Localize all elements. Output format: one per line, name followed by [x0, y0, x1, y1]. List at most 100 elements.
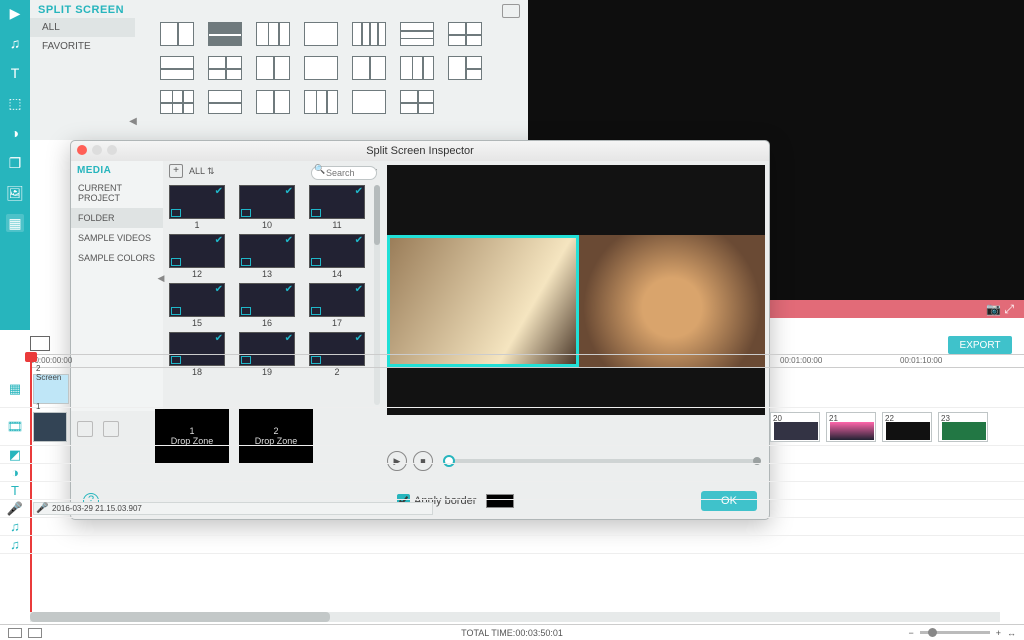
split-template[interactable] — [400, 90, 434, 114]
media-thumb[interactable]: ✔11 — [309, 185, 365, 230]
media-thumb[interactable]: ✔16 — [239, 283, 295, 328]
track-video-icon[interactable]: 🎞 — [0, 408, 30, 445]
split-template[interactable] — [208, 90, 242, 114]
track-voice-icon[interactable]: 🎤 — [0, 500, 30, 517]
timeline-h-scrollbar[interactable] — [30, 612, 1000, 622]
tab-element-icon[interactable]: 🖼 — [6, 184, 24, 202]
media-cat-current[interactable]: CURRENT PROJECT — [71, 178, 163, 208]
timeline-ruler[interactable]: 00:00:00:00 00:01:00:00 00:01:10:00 — [30, 354, 1024, 368]
video-clip[interactable]: 1 — [33, 412, 67, 442]
split-clip-label: 2 Screen — [36, 364, 68, 382]
zoom-in-icon[interactable]: + — [996, 628, 1001, 638]
grid-view-icon[interactable] — [502, 4, 520, 18]
split-cat-favorite[interactable]: FAVORITE — [30, 37, 135, 56]
track-splitscreen-icon[interactable]: ▦ — [0, 370, 30, 407]
media-cat-sample-colors[interactable]: SAMPLE COLORS — [71, 248, 163, 268]
split-template[interactable] — [256, 90, 290, 114]
clip-thumb[interactable]: 20 — [770, 412, 820, 442]
clip-strip: 20 21 22 23 — [770, 412, 988, 442]
split-template[interactable] — [160, 56, 194, 80]
track-music-icon[interactable]: ♫ — [0, 536, 30, 553]
audio-clip[interactable]: 🎤2016-03-29 21.15.03.907 — [33, 502, 433, 515]
split-template[interactable] — [448, 56, 482, 80]
tab-music-icon[interactable]: ♫ — [6, 34, 24, 52]
media-cat-folder[interactable]: FOLDER — [71, 208, 163, 228]
check-icon: ✔ — [355, 333, 363, 344]
split-screen-categories: ALL FAVORITE — [30, 18, 135, 56]
split-template[interactable] — [448, 22, 482, 46]
media-thumb[interactable]: ✔14 — [309, 234, 365, 279]
media-collapse-icon[interactable]: ◀ — [157, 269, 165, 287]
split-template[interactable] — [352, 90, 386, 114]
clip-thumb[interactable]: 21 — [826, 412, 876, 442]
split-template[interactable] — [352, 56, 386, 80]
check-icon: ✔ — [285, 333, 293, 344]
media-cat-sample-videos[interactable]: SAMPLE VIDEOS — [71, 228, 163, 248]
media-thumb[interactable]: ✔17 — [309, 283, 365, 328]
thumb-label: 13 — [239, 269, 295, 279]
split-template[interactable] — [160, 22, 194, 46]
split-template[interactable] — [256, 56, 290, 80]
split-template[interactable] — [400, 22, 434, 46]
panel-collapse-icon[interactable]: ◀ — [128, 112, 138, 132]
zoom-slider[interactable] — [920, 631, 990, 634]
snapshot-icon[interactable]: 📷 ⤢ — [986, 302, 1014, 317]
media-type-icon — [311, 209, 321, 217]
clip-thumb[interactable]: 23 — [938, 412, 988, 442]
media-thumb[interactable]: ✔13 — [239, 234, 295, 279]
track-video: 🎞 1 20 21 22 23 — [0, 408, 1024, 446]
add-media-button[interactable]: + — [169, 164, 183, 178]
minimize-icon[interactable] — [92, 145, 102, 155]
preview-frame-1[interactable] — [387, 235, 579, 367]
media-type-icon — [171, 258, 181, 266]
check-icon: ✔ — [285, 186, 293, 197]
clip-thumb[interactable]: 22 — [882, 412, 932, 442]
close-icon[interactable] — [77, 145, 87, 155]
split-cat-all[interactable]: ALL — [30, 18, 135, 37]
zoom-icon[interactable] — [107, 145, 117, 155]
check-icon: ✔ — [215, 186, 223, 197]
split-template[interactable] — [208, 22, 242, 46]
ruler-mark: 00:01:10:00 — [900, 356, 942, 365]
status-grid-icon[interactable] — [28, 628, 42, 638]
split-clip[interactable]: 2 Screen — [33, 374, 69, 404]
tab-transition-icon[interactable]: ⬚ — [6, 94, 24, 112]
tab-overlay-icon[interactable]: ❐ — [6, 154, 24, 172]
track-text-icon[interactable]: T — [0, 482, 30, 499]
window-controls[interactable] — [77, 145, 117, 155]
tab-filter-icon[interactable]: ◑ — [6, 124, 24, 142]
media-type-icon — [171, 209, 181, 217]
tab-splitscreen-icon[interactable]: ▦ — [6, 214, 24, 232]
zoom-out-icon[interactable]: − — [908, 628, 913, 638]
preview-frame-2[interactable] — [579, 235, 765, 367]
media-type-icon — [241, 209, 251, 217]
media-filter-select[interactable]: ALL⇅ — [189, 166, 215, 177]
split-template[interactable] — [256, 22, 290, 46]
media-thumb[interactable]: ✔12 — [169, 234, 225, 279]
split-template[interactable] — [304, 22, 338, 46]
check-icon: ✔ — [215, 284, 223, 295]
status-view-icon[interactable] — [8, 628, 22, 638]
media-thumb[interactable]: ✔10 — [239, 185, 295, 230]
split-template[interactable] — [160, 90, 194, 114]
fit-icon[interactable]: ↔ — [1007, 628, 1016, 638]
track-filter-icon[interactable]: ◑ — [0, 464, 30, 481]
media-thumb[interactable]: ✔1 — [169, 185, 225, 230]
tab-text-icon[interactable]: T — [6, 64, 24, 82]
split-template[interactable] — [352, 22, 386, 46]
search-wrap: 🔍 — [311, 163, 377, 177]
split-template[interactable] — [304, 56, 338, 80]
split-template[interactable] — [208, 56, 242, 80]
media-thumb[interactable]: ✔15 — [169, 283, 225, 328]
export-button[interactable]: EXPORT — [948, 336, 1012, 354]
track-voice: 🎤 🎤2016-03-29 21.15.03.907 — [0, 500, 1024, 518]
tab-media-icon[interactable]: ▶ — [6, 4, 24, 22]
track-pip-icon[interactable]: ◩ — [0, 446, 30, 463]
statusbar: TOTAL TIME:00:03:50:01 − + ↔ — [0, 624, 1024, 640]
split-template[interactable] — [400, 56, 434, 80]
media-type-icon — [241, 307, 251, 315]
timeline-tool-icon[interactable] — [30, 336, 50, 351]
split-template[interactable] — [304, 90, 338, 114]
app-sidebar: ▶ ♫ T ⬚ ◑ ❐ 🖼 ▦ — [0, 0, 30, 330]
track-music-icon[interactable]: ♫ — [0, 518, 30, 535]
